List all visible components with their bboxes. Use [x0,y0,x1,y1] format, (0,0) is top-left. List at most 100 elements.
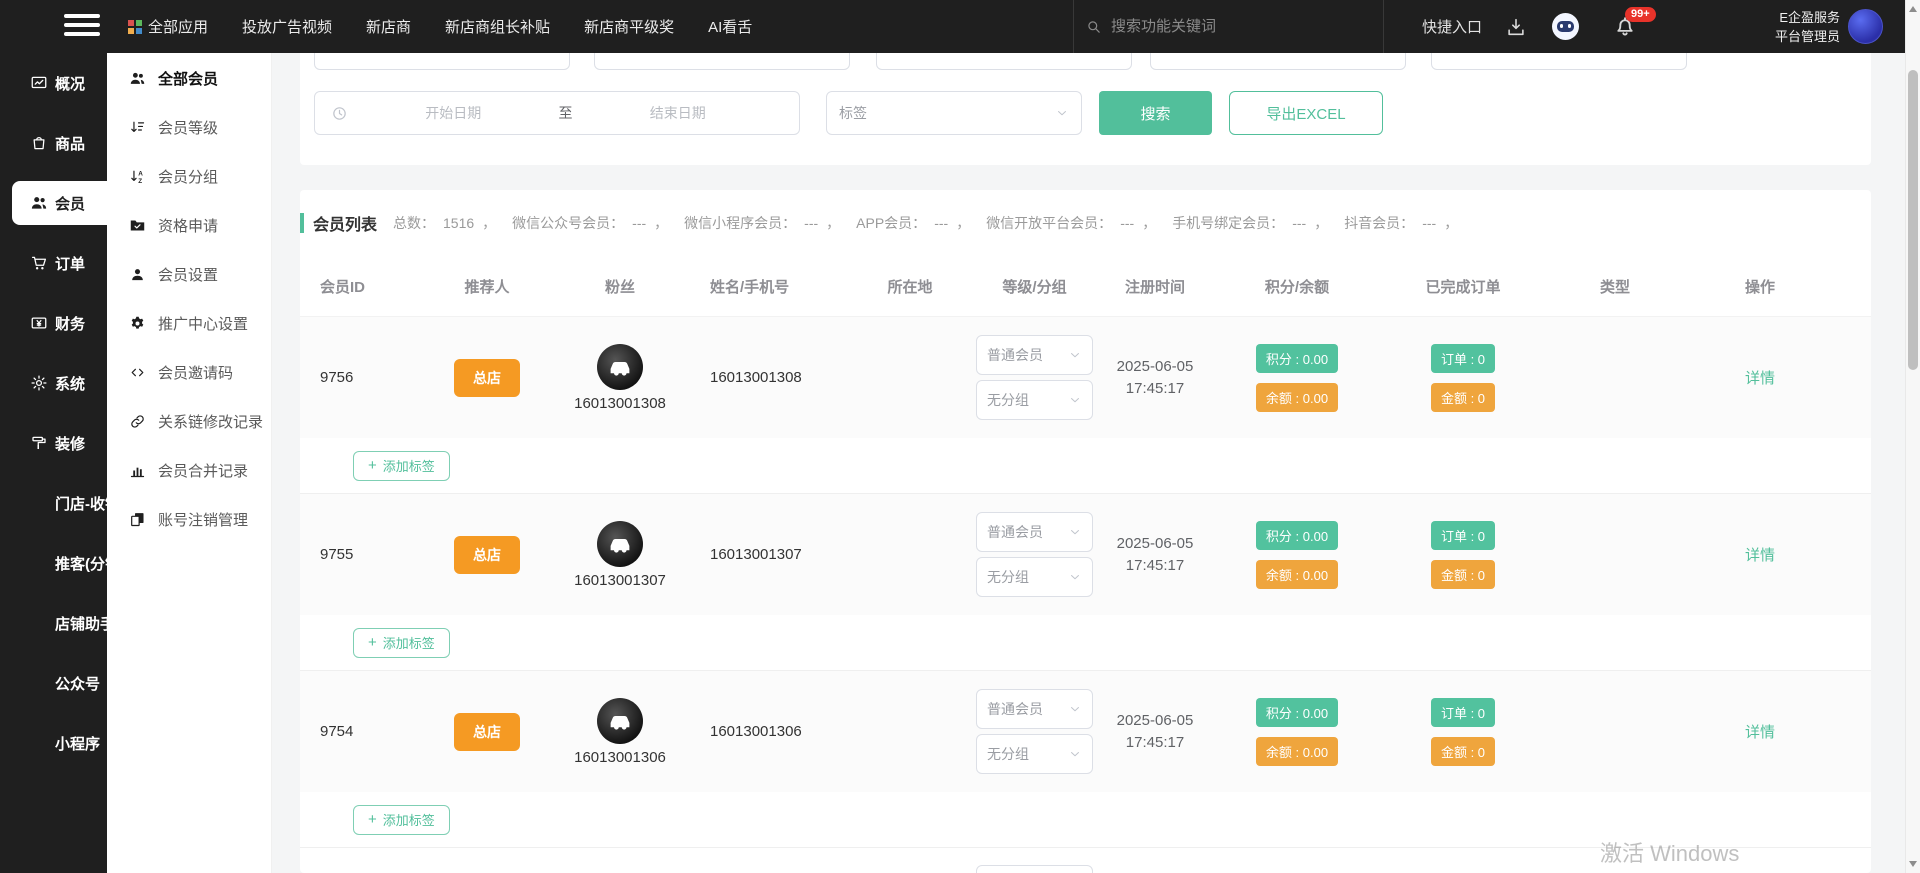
orders-badge: 订单 : 0 [1431,698,1495,727]
gear-icon [30,374,48,392]
add-tag-button[interactable]: + 添加标签 [353,628,450,658]
filter-input[interactable] [1150,53,1406,70]
search-button[interactable]: 搜索 [1099,91,1212,135]
sidebar-item[interactable]: 订单 [0,241,107,285]
sidebar-item[interactable]: 商品 [0,121,107,165]
search-icon [1085,18,1102,35]
submenu-item[interactable]: 资格申请 [107,205,271,245]
scrollbar-thumb[interactable] [1908,70,1918,370]
column-header: 推荐人 [437,270,537,302]
column-header: 等级/分组 [976,270,1093,302]
top-nav-item[interactable]: 新店商 [366,16,411,37]
topbar-search [1085,0,1341,53]
detail-link[interactable]: 详情 [1745,367,1775,388]
account-info[interactable]: E企盈服务 平台管理员 [1700,8,1840,46]
svg-text:A: A [138,170,143,177]
sidebar-item[interactable]: 公众号 [0,661,107,705]
quick-entry-link[interactable]: 快捷入口 [1422,0,1482,53]
sidebar-item[interactable]: 推客(分销) [0,541,107,585]
top-nav-item[interactable]: 新店商组长补贴 [445,16,550,37]
member-id-cell: 9754 [320,671,410,792]
member-row: 9756 总店 16013001308 16013001308 普通会员 [300,317,1871,494]
submenu-item[interactable]: 会员等级 [107,107,271,147]
member-stats: 总数：1516，微信公众号会员：---，微信小程序会员：---，APP会员：--… [393,213,1474,233]
group-select[interactable]: 无分组 [976,380,1093,420]
download-icon[interactable] [1505,16,1527,38]
submenu-item[interactable]: 推广中心设置 [107,303,271,343]
avatar[interactable] [1848,9,1883,44]
group-select[interactable]: 无分组 [976,734,1093,774]
main-content: 开始日期 至 结束日期 标签 搜索 导出EXCEL 会员列表 总数：1516，微… [272,53,1905,873]
top-nav-item[interactable]: 投放广告视频 [242,16,332,37]
member-id: 9755 [320,546,353,563]
referrer-badge: 总店 [454,536,520,574]
stat-item: 微信小程序会员：---， [684,215,840,231]
filter-input[interactable] [1431,53,1687,70]
amount-badge: 金额 : 0 [1431,383,1495,412]
vertical-scrollbar[interactable] [1905,0,1920,873]
column-header: 所在地 [860,270,960,302]
top-nav-item[interactable]: 新店商平级奖 [584,16,674,37]
add-tag-button[interactable]: + 添加标签 [353,451,450,481]
detail-link[interactable]: 详情 [1745,721,1775,742]
sidebar-item[interactable]: 会员 [12,181,107,225]
submenu-item[interactable]: 会员合并记录 [107,450,271,490]
tag-select[interactable]: 标签 [826,91,1082,135]
date-start-placeholder: 开始日期 [348,103,559,123]
submenu-item[interactable]: 会员设置 [107,254,271,294]
level-select[interactable]: 普通会员 [976,335,1093,375]
sidebar-item[interactable]: 系统 [0,361,107,405]
member-id-cell: 9755 [320,494,410,615]
submenu-item[interactable]: 会员邀请码 [107,352,271,392]
submenu-item[interactable]: 全部会员 [107,58,271,98]
group-select[interactable]: 无分组 [976,557,1093,597]
sidebar-item[interactable]: 门店-收银台 [0,481,107,525]
sidebar-item[interactable]: 小程序 [0,721,107,765]
level-select[interactable]: 普通会员 [976,512,1093,552]
sort-az-icon: AZ [129,168,146,185]
level-select[interactable]: 普通会员 [976,689,1093,729]
stat-item: APP会员：---， [856,215,970,231]
add-tag-button[interactable]: + 添加标签 [353,805,450,835]
column-header: 已完成订单 [1418,270,1508,302]
search-input[interactable] [1111,18,1341,35]
scroll-down-arrow-icon[interactable] [1909,861,1917,867]
primary-sidebar: 概况 商品 会员 订单 财务 系统 装修 [0,53,107,873]
top-nav: 全部应用 投放广告视频 新店商 新店商组长补贴 新店商平级奖 [128,0,752,53]
overview-icon [30,74,48,92]
assistant-robot-icon[interactable] [1552,13,1579,40]
export-excel-button[interactable]: 导出EXCEL [1229,91,1383,135]
hamburger-menu-icon[interactable] [64,14,100,39]
column-header: 积分/余额 [1247,270,1347,302]
location-cell [860,317,960,438]
sidebar-item[interactable]: 店铺助手 [0,601,107,645]
member-phone: 16013001306 [710,723,802,740]
sidebar-item[interactable]: 财务 [0,301,107,345]
detail-link[interactable]: 详情 [1745,544,1775,565]
top-nav-item[interactable]: AI看舌 [708,16,752,37]
sidebar-item[interactable]: 装修 [0,421,107,465]
clock-icon [331,105,348,122]
date-range-input[interactable]: 开始日期 至 结束日期 [314,91,800,135]
date-end-placeholder: 结束日期 [573,103,784,123]
filter-input[interactable] [594,53,850,70]
scroll-up-arrow-icon[interactable] [1909,6,1917,12]
top-nav-item[interactable]: 全部应用 [128,16,208,37]
filter-input[interactable] [876,53,1132,70]
filter-card: 开始日期 至 结束日期 标签 搜索 导出EXCEL [300,53,1871,165]
column-header: 粉丝 [570,270,670,302]
filter-input[interactable] [314,53,570,70]
member-row: 9755 总店 16013001307 16013001307 普通会员 [300,494,1871,671]
level-select[interactable] [976,865,1093,873]
members-icon [30,194,48,212]
fans-number: 16013001308 [574,395,666,412]
submenu-item[interactable]: AZ 会员分组 [107,156,271,196]
member-row: 9754 总店 16013001306 16013001306 普通会员 [300,671,1871,848]
notifications-button[interactable]: 99+ [1612,13,1638,39]
points-badge: 积分 : 0.00 [1256,344,1338,373]
sidebar-item[interactable]: 概况 [0,61,107,105]
chevron-down-icon [1068,747,1082,761]
location-cell [860,671,960,792]
submenu-item[interactable]: 关系链修改记录 [107,401,271,441]
amount-badge: 金额 : 0 [1431,560,1495,589]
